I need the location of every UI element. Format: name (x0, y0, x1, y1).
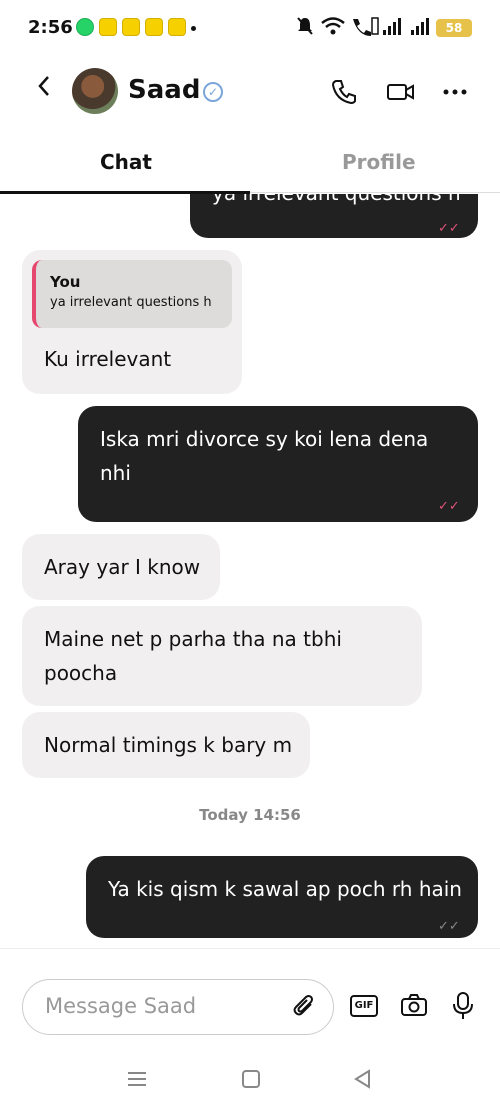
read-check-icon: ✓✓ (438, 221, 460, 236)
camera-button[interactable] (400, 991, 428, 1023)
message-bubble-incoming[interactable]: Normal timings k bary m (22, 712, 310, 778)
date-separator: Today 14:56 (199, 806, 301, 824)
snapchat-icon (99, 18, 117, 36)
snapchat-icon (145, 18, 163, 36)
message-bubble-outgoing[interactable]: Ya kis qism k sawal ap poch rh hain ✓✓ (86, 856, 478, 938)
message-bubble-outgoing[interactable]: ya irrelevant questions h ✓✓ (190, 194, 478, 238)
message-bubble-incoming[interactable]: Maine net p parha tha na tbhi poocha (22, 606, 422, 706)
message-bubble-outgoing[interactable]: Iska mri divorce sy koi lena dena nhi ✓✓ (78, 406, 478, 522)
message-text: Normal timings k bary m (44, 733, 293, 757)
sent-check-icon: ✓✓ (438, 919, 460, 934)
whatsapp-icon (76, 18, 94, 36)
message-text: Aray yar I know (44, 555, 201, 579)
avatar[interactable] (72, 68, 118, 114)
wifi-icon (320, 16, 346, 40)
chevron-left-icon (38, 76, 49, 96)
more-options-button[interactable] (442, 78, 468, 110)
snapchat-icon (168, 18, 186, 36)
call-button[interactable] (330, 78, 358, 110)
menu-icon (128, 1072, 146, 1086)
message-input[interactable]: Message Saad (22, 979, 334, 1035)
status-time: 2:56 (28, 17, 73, 38)
reply-text: ya irrelevant questions h (50, 295, 212, 310)
microphone-icon (453, 992, 473, 1019)
voice-message-button[interactable] (452, 991, 474, 1025)
gif-button[interactable]: GIF (350, 995, 378, 1017)
battery-indicator: 58 (436, 19, 472, 37)
message-list[interactable]: ya irrelevant questions h ✓✓ You ya irre… (0, 194, 500, 948)
mute-icon (296, 16, 314, 40)
more-notifications-icon (191, 26, 196, 31)
read-check-icon: ✓✓ (438, 499, 460, 514)
status-bar: 2:56 58 (0, 0, 500, 58)
system-navigation-bar (0, 1060, 500, 1111)
verified-icon: ✓ (203, 82, 223, 102)
message-text: ya irrelevant questions h (212, 194, 461, 210)
signal-icon (382, 16, 402, 40)
square-icon (242, 1070, 260, 1088)
message-input-placeholder: Message Saad (45, 994, 197, 1018)
message-composer: Message Saad GIF (0, 948, 500, 1060)
message-text: Ya kis qism k sawal ap poch rh hain (108, 877, 462, 901)
reply-author: You (50, 273, 81, 291)
phone-icon (331, 80, 356, 105)
snapchat-icon (122, 18, 140, 36)
chat-header: Saad ✓ (0, 58, 500, 124)
tab-bar: Chat Profile (0, 124, 500, 194)
message-text-line: Iska mri divorce sy koi lena dena (100, 427, 429, 451)
back-button[interactable] (36, 74, 52, 102)
message-text: Ku irrelevant (44, 347, 172, 371)
message-text-line: nhi (100, 461, 131, 485)
recents-button[interactable] (126, 1068, 148, 1096)
tab-profile[interactable]: Profile (342, 150, 416, 174)
back-nav-button[interactable] (352, 1068, 374, 1096)
contact-name[interactable]: Saad (128, 75, 200, 105)
paperclip-icon (293, 995, 313, 1016)
call-signal-icon (350, 16, 380, 40)
reply-quote[interactable]: You ya irrelevant questions h (32, 260, 232, 328)
triangle-back-icon (354, 1069, 370, 1089)
tab-chat[interactable]: Chat (100, 150, 152, 174)
video-camera-icon (387, 84, 414, 100)
camera-icon (401, 994, 427, 1016)
home-button[interactable] (240, 1068, 262, 1096)
ellipsis-icon (443, 89, 467, 95)
tab-divider (250, 192, 500, 193)
message-text-line: Maine net p parha tha na tbhi (44, 627, 342, 651)
message-bubble-incoming[interactable]: Aray yar I know (22, 534, 220, 600)
message-bubble-incoming[interactable]: You ya irrelevant questions h Ku irrelev… (22, 250, 242, 394)
message-text-line: poocha (44, 661, 118, 685)
video-call-button[interactable] (386, 78, 416, 110)
signal-icon-2 (410, 16, 430, 40)
attach-button[interactable] (291, 994, 317, 1026)
